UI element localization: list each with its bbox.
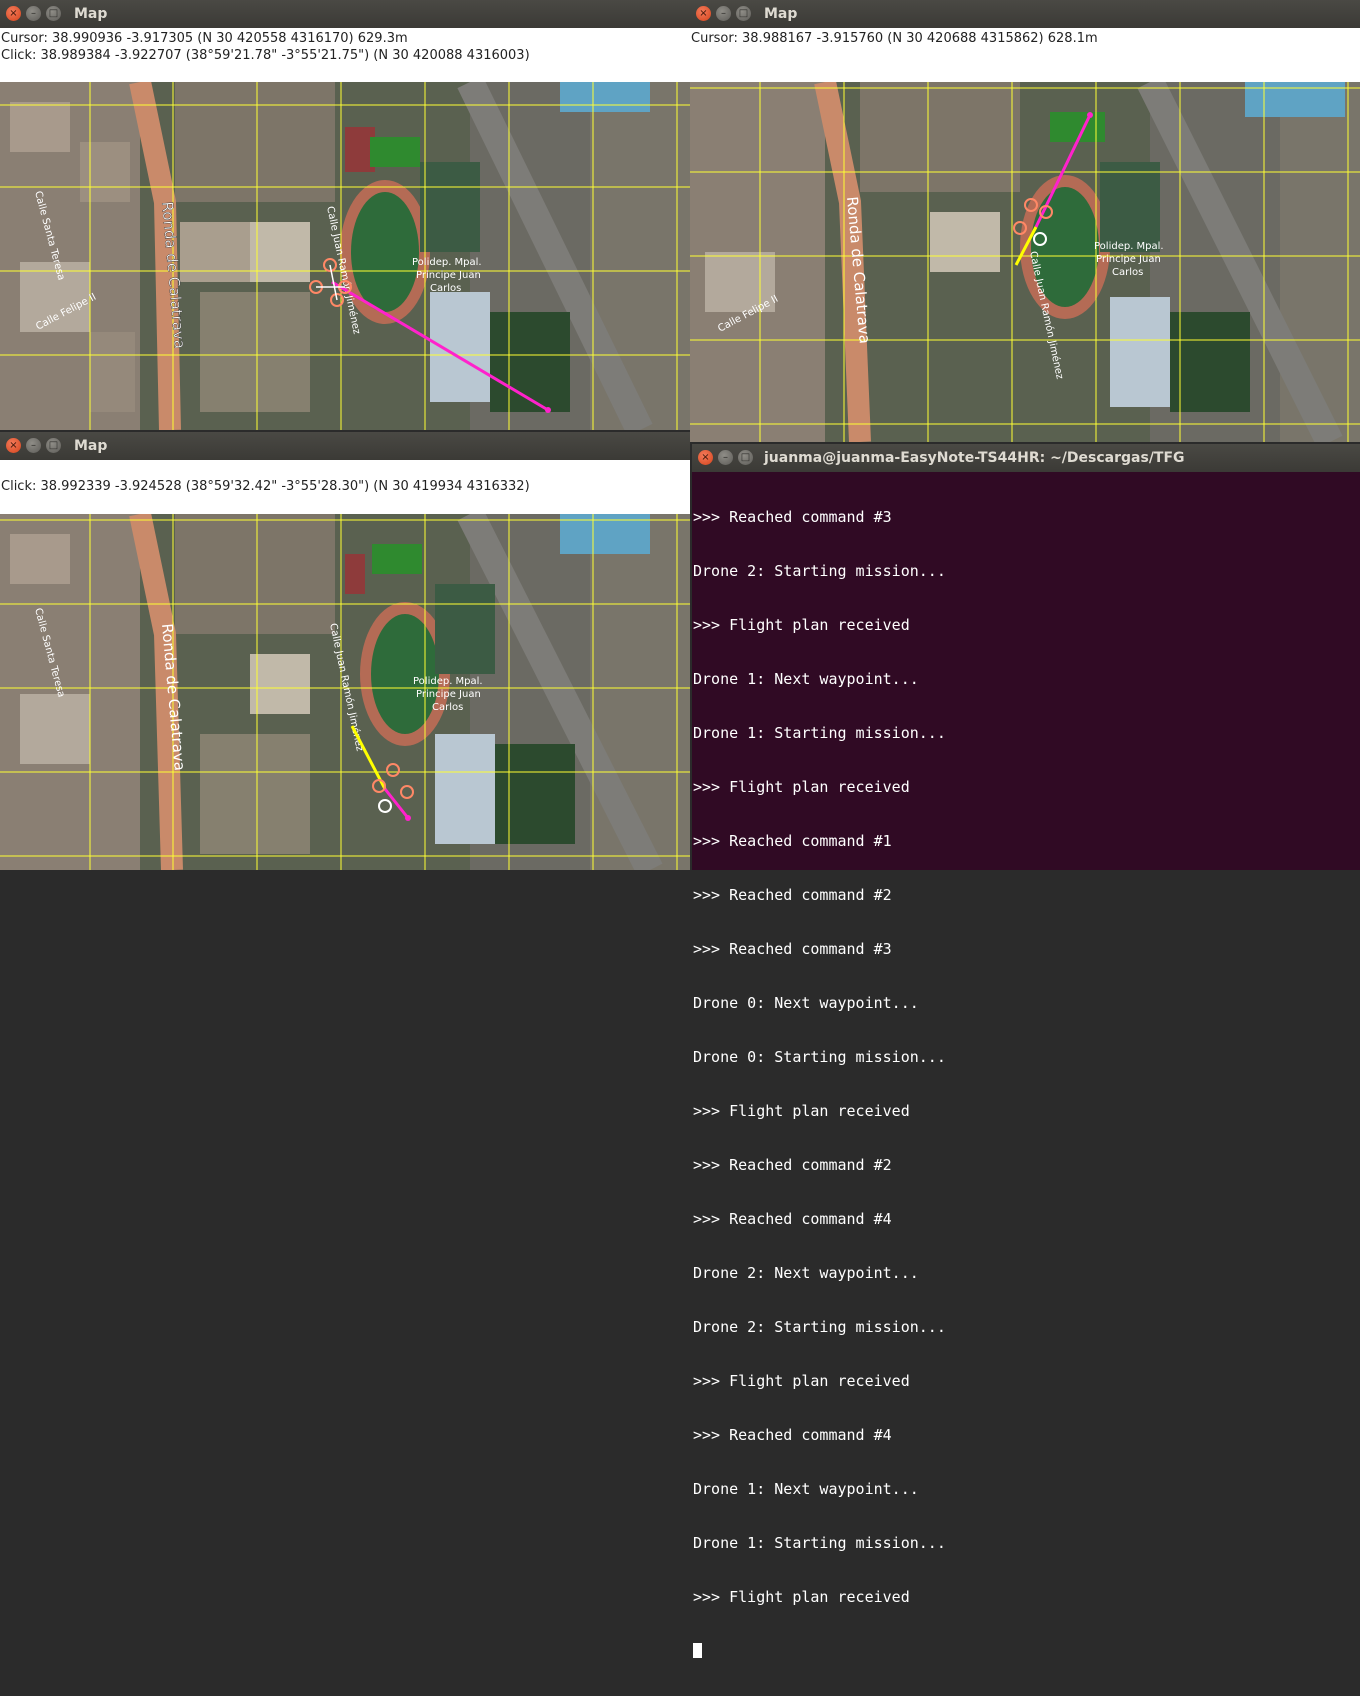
terminal-prompt-line[interactable] — [693, 1642, 1360, 1660]
terminal-line: >>> Reached command #2 — [693, 886, 892, 904]
map-label-poly3: Carlos — [432, 702, 463, 713]
minimize-icon[interactable]: – — [26, 438, 41, 453]
terminal-line: >>> Reached command #4 — [693, 1426, 892, 1444]
waypoint-marker — [405, 815, 411, 821]
waypoint-marker — [1087, 112, 1093, 118]
map-window-top-right: × – □ Map Cursor: 38.988167 -3.915760 (N… — [690, 0, 1360, 442]
maximize-icon[interactable]: □ — [736, 6, 751, 21]
terminal-line: >>> Flight plan received — [693, 616, 910, 634]
window-titlebar[interactable]: × – □ Map — [690, 0, 1360, 28]
terminal-line: >>> Flight plan received — [693, 778, 910, 796]
terminal-line: Drone 1: Starting mission... — [693, 724, 946, 742]
terminal-line: >>> Flight plan received — [693, 1102, 910, 1120]
close-icon[interactable]: × — [6, 438, 21, 453]
maximize-icon[interactable]: □ — [46, 438, 61, 453]
text-cursor — [693, 1643, 702, 1658]
map-label-poly3: Carlos — [430, 283, 461, 294]
terminal-window: × – □ juanma@juanma-EasyNote-TS44HR: ~/D… — [692, 444, 1360, 1658]
terminal-line: >>> Reached command #1 — [693, 832, 892, 850]
map-label-poly2: Principe Juan — [416, 270, 481, 281]
map-canvas[interactable]: Ronda de Calatrava Calle Felipe II Calle… — [690, 82, 1360, 442]
click-readout: Click: 38.989384 -3.922707 (38°59'21.78"… — [1, 48, 530, 63]
minimize-icon[interactable]: – — [716, 6, 731, 21]
coordinate-panel: Click: 38.992339 -3.924528 (38°59'32.42"… — [0, 460, 690, 514]
terminal-line: >>> Reached command #2 — [693, 1156, 892, 1174]
terminal-line: Drone 1: Starting mission... — [693, 1534, 946, 1552]
window-title: Map — [74, 6, 108, 22]
waypoint-marker — [545, 407, 551, 413]
terminal-line: Drone 1: Next waypoint... — [693, 1480, 919, 1498]
map-canvas[interactable]: Ronda de Calatrava Calle Santa Teresa Ca… — [0, 514, 690, 870]
terminal-line: Drone 1: Next waypoint... — [693, 670, 919, 688]
map-label-poly1: Polidep. Mpal. — [1094, 241, 1164, 252]
terminal-line: Drone 2: Next waypoint... — [693, 1264, 919, 1282]
cursor-readout: Cursor: 38.988167 -3.915760 (N 30 420688… — [691, 31, 1098, 46]
window-title: juanma@juanma-EasyNote-TS44HR: ~/Descarg… — [764, 450, 1185, 466]
terminal-line: Drone 0: Next waypoint... — [693, 994, 919, 1012]
map-window-bottom-left: × – □ Map Click: 38.992339 -3.924528 (38… — [0, 432, 690, 870]
close-icon[interactable]: × — [696, 6, 711, 21]
cursor-readout: Cursor: 38.990936 -3.917305 (N 30 420558… — [1, 31, 408, 46]
close-icon[interactable]: × — [6, 6, 21, 21]
click-readout: Click: 38.992339 -3.924528 (38°59'32.42"… — [1, 479, 530, 494]
map-label-poly2: Principe Juan — [416, 689, 481, 700]
coordinate-panel: Cursor: 38.988167 -3.915760 (N 30 420688… — [690, 28, 1360, 82]
minimize-icon[interactable]: – — [26, 6, 41, 21]
map-canvas[interactable]: Ronda de Calatrava Calle Santa Teresa Ca… — [0, 82, 690, 430]
terminal-line: >>> Reached command #3 — [693, 940, 892, 958]
terminal-line: >>> Flight plan received — [693, 1372, 910, 1390]
window-titlebar[interactable]: × – □ Map — [0, 432, 690, 460]
window-title: Map — [74, 438, 108, 454]
terminal-line: Drone 2: Starting mission... — [693, 562, 946, 580]
terminal-line: Drone 0: Starting mission... — [693, 1048, 946, 1066]
terminal-line: >>> Reached command #3 — [693, 508, 892, 526]
maximize-icon[interactable]: □ — [46, 6, 61, 21]
maximize-icon[interactable]: □ — [738, 450, 753, 465]
window-title: Map — [764, 6, 798, 22]
map-label-poly1: Polidep. Mpal. — [413, 676, 483, 687]
close-icon[interactable]: × — [698, 450, 713, 465]
map-label-poly2: Principe Juan — [1096, 254, 1161, 265]
terminal-line: Drone 2: Starting mission... — [693, 1318, 946, 1336]
map-label-poly3: Carlos — [1112, 267, 1143, 278]
window-titlebar[interactable]: × – □ Map — [0, 0, 690, 28]
minimize-icon[interactable]: – — [718, 450, 733, 465]
coordinate-panel: Cursor: 38.990936 -3.917305 (N 30 420558… — [0, 28, 690, 82]
terminal-line: >>> Flight plan received — [693, 1588, 910, 1606]
terminal-output[interactable]: >>> Reached command #3 Drone 2: Starting… — [693, 472, 1360, 1658]
map-window-top-left: × – □ Map Cursor: 38.990936 -3.917305 (N… — [0, 0, 690, 430]
terminal-line: >>> Reached command #4 — [693, 1210, 892, 1228]
map-label-poly1: Polidep. Mpal. — [412, 257, 482, 268]
window-titlebar[interactable]: × – □ juanma@juanma-EasyNote-TS44HR: ~/D… — [692, 444, 1360, 472]
